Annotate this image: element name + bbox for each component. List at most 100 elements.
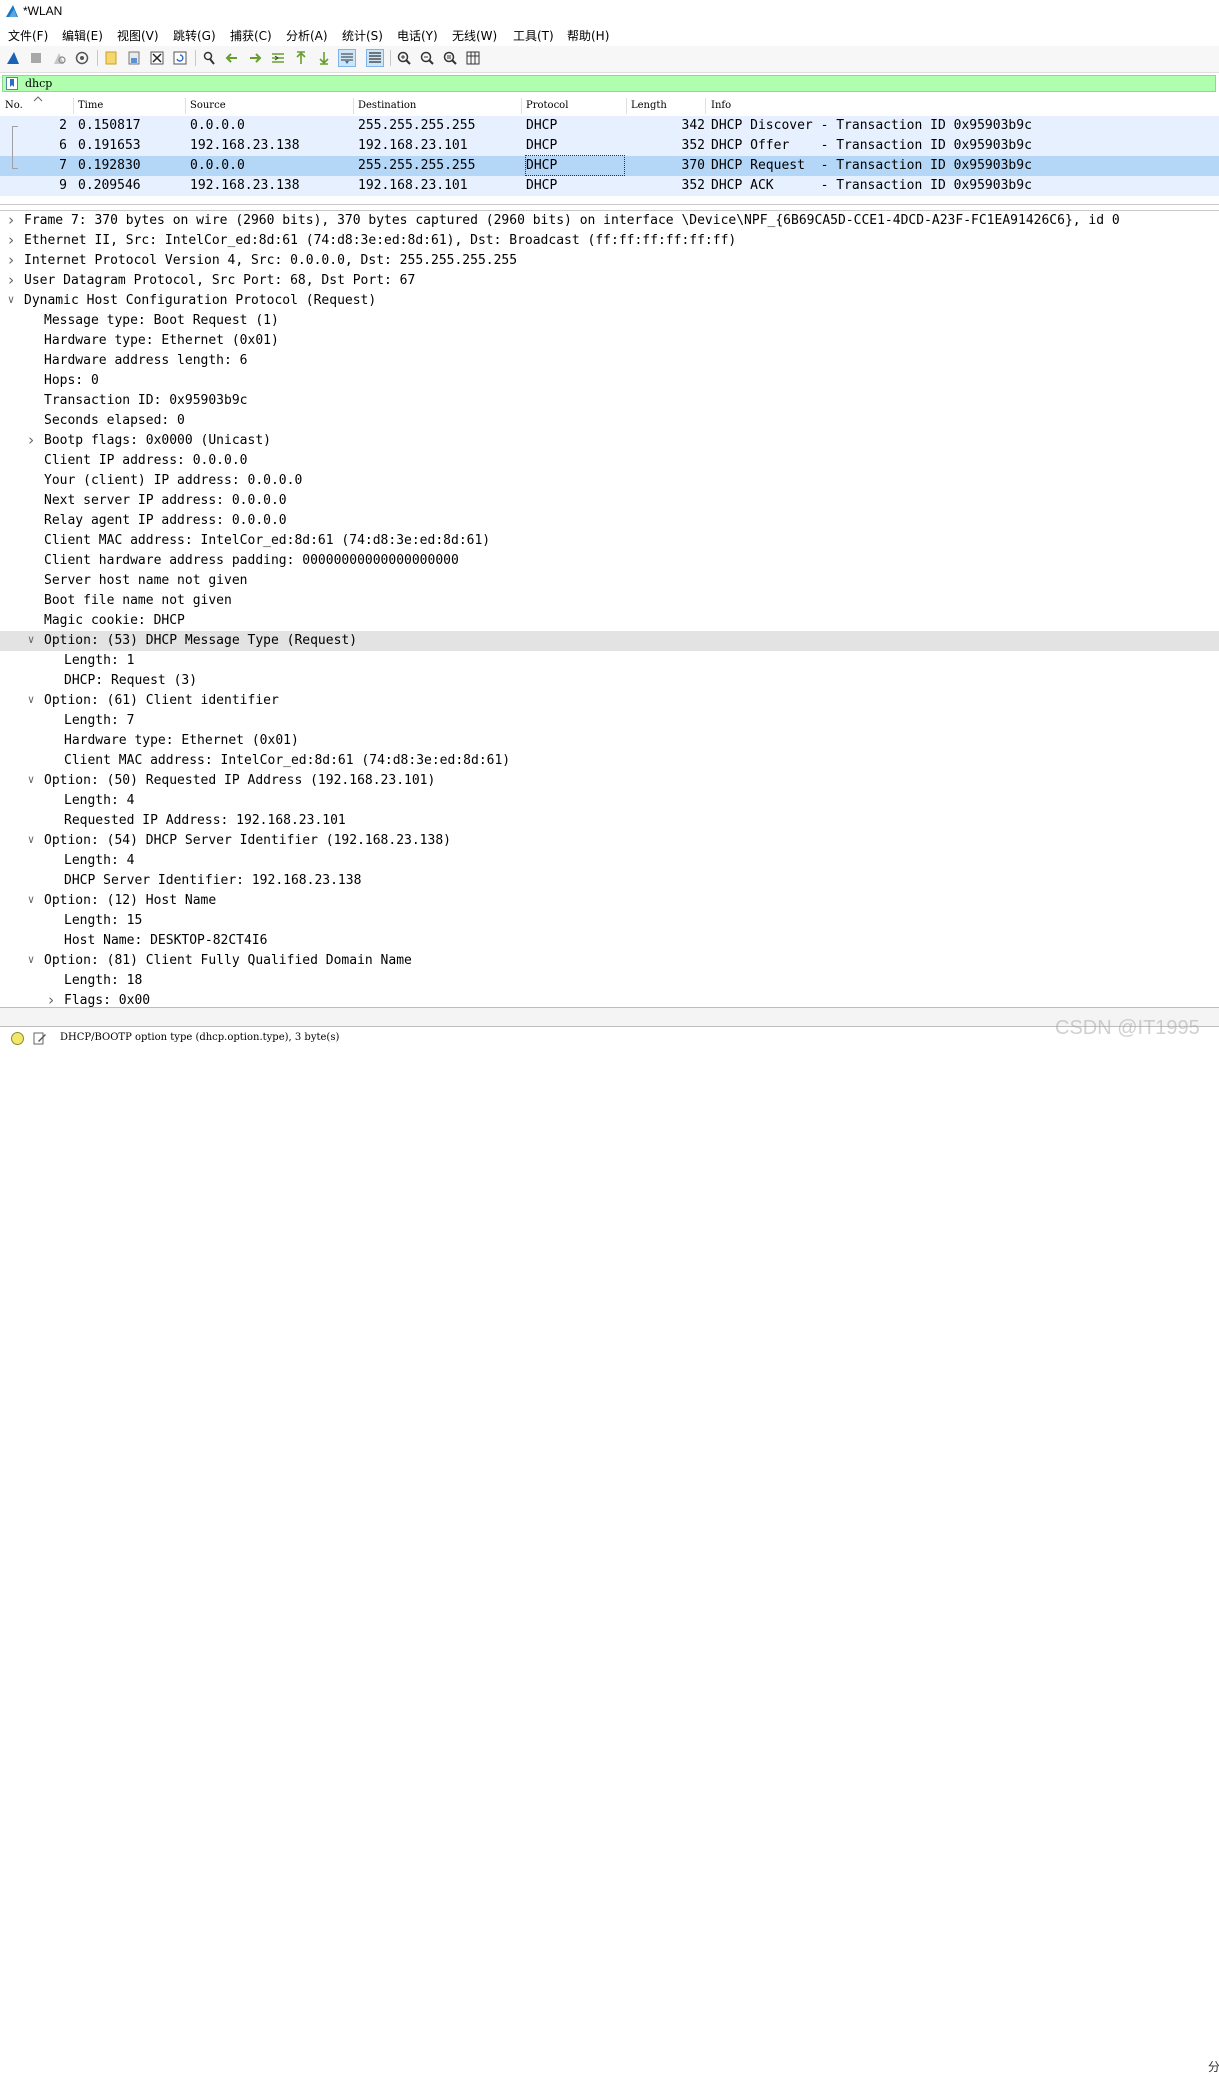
menu-item-6[interactable]: 统计(S): [342, 27, 383, 44]
detail-row[interactable]: Length: 4: [0, 851, 1219, 871]
detail-row[interactable]: Client hardware address padding: 0000000…: [0, 551, 1219, 571]
column-header-length[interactable]: Length: [631, 100, 667, 111]
chevron-right-icon[interactable]: ›: [45, 991, 57, 1007]
zoom-normal-icon[interactable]: [441, 49, 459, 67]
chevron-down-icon[interactable]: ∨: [25, 893, 37, 906]
detail-row[interactable]: Relay agent IP address: 0.0.0.0: [0, 511, 1219, 531]
go-back-icon[interactable]: [223, 49, 241, 67]
display-filter-input[interactable]: dhcp: [2, 75, 1216, 92]
detail-row[interactable]: Your (client) IP address: 0.0.0.0: [0, 471, 1219, 491]
detail-row[interactable]: Client IP address: 0.0.0.0: [0, 451, 1219, 471]
column-header-time[interactable]: Time: [78, 100, 103, 111]
go-to-packet-icon[interactable]: [269, 49, 287, 67]
chevron-down-icon[interactable]: ∨: [25, 693, 37, 706]
restart-capture-icon[interactable]: [50, 49, 68, 67]
detail-row[interactable]: Length: 7: [0, 711, 1219, 731]
detail-row[interactable]: ∨ Dynamic Host Configuration Protocol (Re…: [0, 291, 1219, 311]
chevron-down-icon[interactable]: ∨: [25, 773, 37, 786]
detail-row[interactable]: DHCP: Request (3): [0, 671, 1219, 691]
edit-comment-icon[interactable]: [33, 1031, 47, 1045]
menu-item-9[interactable]: 工具(T): [513, 27, 554, 44]
chevron-down-icon[interactable]: ∨: [25, 633, 37, 646]
detail-row[interactable]: Client MAC address: IntelCor_ed:8d:61 (7…: [0, 531, 1219, 551]
open-file-icon[interactable]: [102, 49, 120, 67]
chevron-right-icon[interactable]: ›: [25, 431, 37, 449]
detail-row[interactable]: Length: 4: [0, 791, 1219, 811]
packet-row[interactable]: 2 0.150817 0.0.0.0 255.255.255.255 DHCP 342 DH…: [0, 116, 1219, 136]
detail-row[interactable]: Message type: Boot Request (1): [0, 311, 1219, 331]
reload-file-icon[interactable]: [171, 49, 189, 67]
zoom-in-icon[interactable]: [395, 49, 413, 67]
chevron-down-icon[interactable]: ∨: [25, 953, 37, 966]
menu-item-3[interactable]: 跳转(G): [173, 27, 216, 44]
menu-item-2[interactable]: 视图(V): [117, 27, 159, 44]
menu-item-0[interactable]: 文件(F): [8, 27, 48, 44]
detail-row[interactable]: › Flags: 0x00: [0, 991, 1219, 1007]
detail-row[interactable]: Length: 1: [0, 651, 1219, 671]
detail-row[interactable]: DHCP Server Identifier: 192.168.23.138: [0, 871, 1219, 891]
detail-row[interactable]: Hardware type: Ethernet (0x01): [0, 731, 1219, 751]
chevron-down-icon[interactable]: ∨: [5, 293, 17, 306]
menu-item-8[interactable]: 无线(W): [452, 27, 497, 44]
colorize-icon[interactable]: [366, 49, 384, 67]
status-message: DHCP/BOOTP option type (dhcp.option.type…: [60, 1032, 340, 1043]
chevron-right-icon[interactable]: ›: [5, 271, 17, 289]
resize-columns-icon[interactable]: [464, 49, 482, 67]
menu-item-4[interactable]: 捕获(C): [230, 27, 272, 44]
stop-capture-icon[interactable]: [27, 49, 45, 67]
detail-row[interactable]: Seconds elapsed: 0: [0, 411, 1219, 431]
detail-row[interactable]: Hardware type: Ethernet (0x01): [0, 331, 1219, 351]
detail-row[interactable]: › Bootp flags: 0x0000 (Unicast): [0, 431, 1219, 451]
go-last-icon[interactable]: [315, 49, 333, 67]
packet-row[interactable]: 7 0.192830 0.0.0.0 255.255.255.255 DHCP 370 DH…: [0, 155, 1219, 176]
go-forward-icon[interactable]: [246, 49, 264, 67]
save-file-icon[interactable]: [125, 49, 143, 67]
packet-row[interactable]: 9 0.209546 192.168.23.138 192.168.23.101 DHC…: [0, 176, 1219, 196]
zoom-out-icon[interactable]: [418, 49, 436, 67]
detail-row[interactable]: Magic cookie: DHCP: [0, 611, 1219, 631]
column-header-info[interactable]: Info: [711, 100, 731, 111]
column-header-destination[interactable]: Destination: [358, 100, 416, 111]
detail-row[interactable]: ∨ Option: (61) Client identifier: [0, 691, 1219, 711]
expert-info-icon[interactable]: [11, 1032, 24, 1045]
detail-row[interactable]: › Ethernet II, Src: IntelCor_ed:8d:61 (74…: [0, 231, 1219, 251]
menu-item-10[interactable]: 帮助(H): [567, 27, 609, 44]
menu-item-7[interactable]: 电话(Y): [397, 27, 438, 44]
detail-row[interactable]: Boot file name not given: [0, 591, 1219, 611]
detail-row[interactable]: ∨ Option: (81) Client Fully Qualified Dom…: [0, 951, 1219, 971]
packet-row[interactable]: 6 0.191653 192.168.23.138 192.168.23.101 DHC…: [0, 136, 1219, 156]
detail-row[interactable]: › Internet Protocol Version 4, Src: 0.0.0…: [0, 251, 1219, 271]
close-file-icon[interactable]: [148, 49, 166, 67]
column-header-protocol[interactable]: Protocol: [526, 100, 568, 111]
capture-options-icon[interactable]: [73, 49, 91, 67]
detail-row[interactable]: Host Name: DESKTOP-82CT4I6: [0, 931, 1219, 951]
bookmark-icon[interactable]: [6, 77, 18, 90]
chevron-down-icon[interactable]: ∨: [25, 833, 37, 846]
chevron-right-icon[interactable]: ›: [5, 211, 17, 229]
menu-item-1[interactable]: 编辑(E): [62, 27, 103, 44]
find-packet-icon[interactable]: [200, 49, 218, 67]
detail-row[interactable]: Length: 18: [0, 971, 1219, 991]
detail-row[interactable]: Client MAC address: IntelCor_ed:8d:61 (7…: [0, 751, 1219, 771]
detail-row[interactable]: Transaction ID: 0x95903b9c: [0, 391, 1219, 411]
detail-row[interactable]: ∨ Option: (50) Requested IP Address (192.…: [0, 771, 1219, 791]
menu-item-5[interactable]: 分析(A): [286, 27, 328, 44]
column-header-source[interactable]: Source: [190, 100, 226, 111]
chevron-right-icon[interactable]: ›: [5, 251, 17, 269]
detail-row[interactable]: Hops: 0: [0, 371, 1219, 391]
detail-row[interactable]: › User Datagram Protocol, Src Port: 68, D…: [0, 271, 1219, 291]
go-first-icon[interactable]: [292, 49, 310, 67]
detail-row[interactable]: ∨ Option: (12) Host Name: [0, 891, 1219, 911]
detail-row[interactable]: ∨ Option: (54) DHCP Server Identifier (19…: [0, 831, 1219, 851]
detail-row[interactable]: Length: 15: [0, 911, 1219, 931]
detail-row[interactable]: Server host name not given: [0, 571, 1219, 591]
shark-fin-start-icon[interactable]: [4, 49, 22, 67]
detail-row[interactable]: Next server IP address: 0.0.0.0: [0, 491, 1219, 511]
detail-row[interactable]: Requested IP Address: 192.168.23.101: [0, 811, 1219, 831]
detail-row[interactable]: › Frame 7: 370 bytes on wire (2960 bits),…: [0, 211, 1219, 231]
detail-row[interactable]: Hardware address length: 6: [0, 351, 1219, 371]
column-header-no[interactable]: No.: [5, 100, 23, 111]
chevron-right-icon[interactable]: ›: [5, 231, 17, 249]
detail-row[interactable]: ∨ Option: (53) DHCP Message Type (Request…: [0, 631, 1219, 651]
autoscroll-icon[interactable]: [338, 49, 356, 67]
